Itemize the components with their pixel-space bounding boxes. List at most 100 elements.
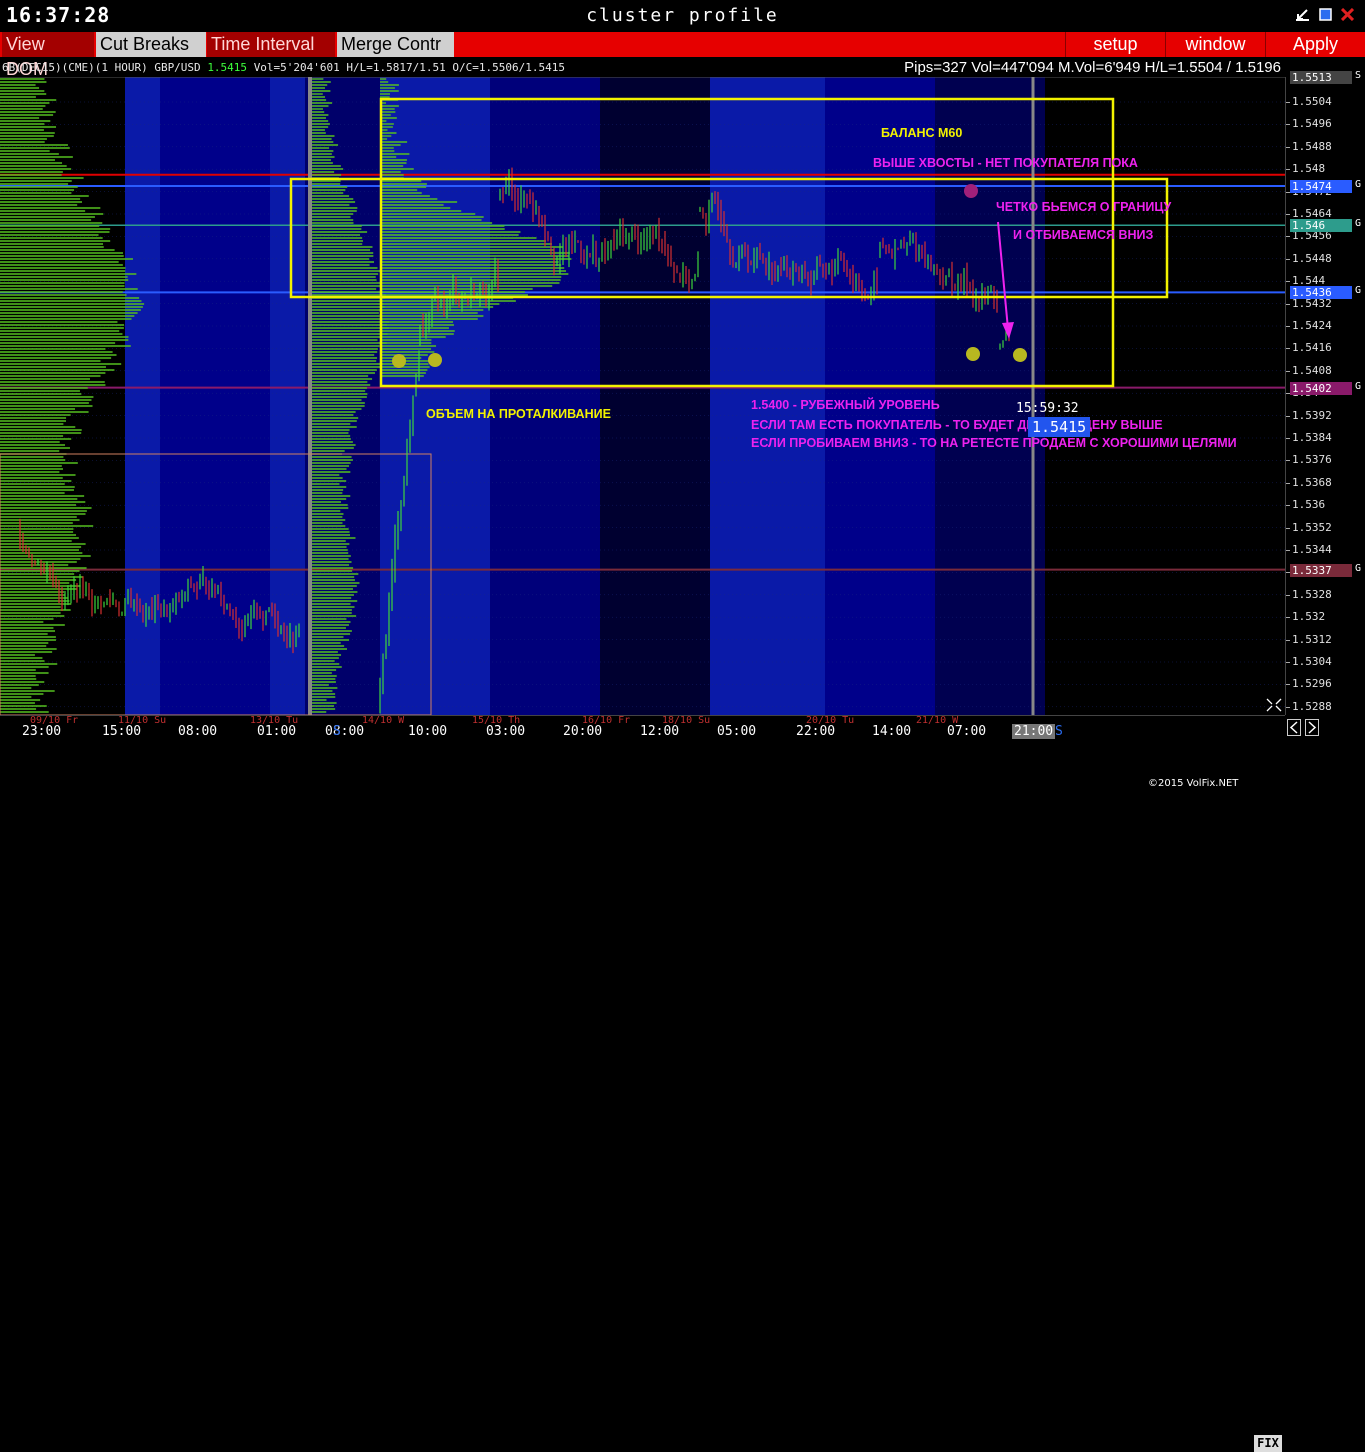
- y-tick-mark: [1286, 370, 1290, 372]
- marker-dot: [1013, 348, 1027, 362]
- symbol-label: 6B(DEC15)(CME)(1 HOUR) GBP/USD: [2, 61, 201, 74]
- price-level-label[interactable]: 1.5402: [1290, 381, 1352, 395]
- x-tick-label: 12:00: [640, 724, 680, 739]
- price-level-label[interactable]: 1.546: [1290, 219, 1352, 233]
- menu-bar: View DOM Cut Breaks Time Interval Merge …: [0, 32, 1365, 79]
- session-band: [825, 77, 935, 715]
- x-tick-label: 14:00: [872, 724, 912, 739]
- price-level-suffix: G: [1355, 380, 1362, 392]
- y-tick-mark: [1286, 706, 1290, 708]
- cut-breaks-button[interactable]: Cut Breaks: [96, 32, 206, 57]
- minimize-icon[interactable]: [1296, 8, 1309, 21]
- y-tick-mark: [1286, 662, 1290, 663]
- y-tick-mark: [1286, 415, 1290, 417]
- y-tick-label: 1.532: [1292, 610, 1326, 624]
- time-axis[interactable]: FIX 23:00 15:00 08:00 01:00 08:00 10:00 03:00 2…: [0, 715, 1319, 1452]
- y-tick-label: 1.536: [1292, 498, 1326, 512]
- y-tick-mark: [1286, 146, 1290, 148]
- marker-dot: [966, 347, 980, 361]
- x-tick-label: 03:00: [486, 724, 526, 739]
- scroll-left-icon[interactable]: [1287, 719, 1301, 736]
- x-date-label: 18/10 Su: [662, 715, 711, 726]
- chart-canvas: [0, 77, 1285, 715]
- apply-button[interactable]: Apply: [1265, 32, 1365, 57]
- y-tick-mark: [1286, 460, 1290, 462]
- instrument-info: 6B(DEC15)(CME)(1 HOUR) GBP/USD 1.5415 Vo…: [2, 61, 565, 74]
- marker-dot: [964, 184, 978, 198]
- cluster-chart[interactable]: БАЛАНС М60 ВЫШЕ ХВОСТЫ - НЕТ ПОКУПАТЕЛЯ …: [0, 77, 1285, 789]
- y-tick-label: 1.5296: [1292, 677, 1332, 691]
- y-tick-label: 1.5312: [1292, 632, 1332, 646]
- price-level-suffix: S: [1355, 69, 1362, 81]
- annotation-level-2: ЕСЛИ ТАМ ЕСТЬ ПОКУПАТЕЛЬ - ТО БУДЕТ ДЕРЖ…: [751, 418, 1163, 432]
- y-tick-label: 1.5496: [1292, 117, 1332, 131]
- y-tick-mark: [1286, 124, 1290, 126]
- y-tick-mark: [1286, 169, 1290, 171]
- x-date-label: 14/10 W: [362, 715, 405, 726]
- title-bar: 16:37:28 cluster profile: [0, 0, 1365, 33]
- y-tick-label: 1.5352: [1292, 520, 1332, 534]
- close-icon[interactable]: [1341, 8, 1354, 21]
- y-tick-label: 1.5392: [1292, 408, 1332, 422]
- fix-button[interactable]: FIX: [1254, 1435, 1282, 1452]
- price-level-label[interactable]: 1.5474: [1290, 180, 1352, 193]
- price-level-label[interactable]: 1.5513: [1290, 70, 1352, 84]
- x-tick-label: 10:00: [408, 724, 448, 739]
- y-tick-label: 1.544: [1292, 274, 1326, 288]
- y-tick-mark: [1286, 527, 1290, 529]
- y-tick-label: 1.5464: [1292, 207, 1332, 220]
- x-date-label: 11/10 Su: [118, 715, 167, 726]
- y-tick-mark: [1286, 214, 1290, 215]
- price-level-label[interactable]: 1.5436: [1290, 286, 1352, 300]
- y-tick-mark: [1286, 326, 1290, 327]
- x-date-label: 15/10 Th: [472, 715, 521, 726]
- setup-button[interactable]: setup: [1065, 32, 1165, 57]
- session-band: [710, 77, 825, 715]
- y-tick-label: 1.5448: [1292, 251, 1332, 265]
- annotation-fight-2: И ОТБИВАЕМСЯ ВНИЗ: [1013, 228, 1154, 242]
- y-tick-label: 1.5304: [1292, 655, 1332, 668]
- scroll-right-icon[interactable]: [1305, 719, 1319, 736]
- merge-contr-button[interactable]: Merge Contr: [337, 32, 454, 57]
- y-tick-mark: [1286, 303, 1290, 305]
- x-tick-label: 08:00: [325, 724, 365, 739]
- annotation-balance: БАЛАНС М60: [881, 126, 963, 140]
- last-price: 1.5415: [207, 61, 248, 74]
- current-time-label: 15:59:32: [1016, 401, 1079, 416]
- y-tick-label: 1.548: [1292, 162, 1326, 176]
- y-tick-label: 1.5408: [1292, 363, 1332, 377]
- time-interval-button[interactable]: Time Interval: [207, 32, 335, 57]
- x-tick-label: 05:00: [717, 724, 757, 739]
- y-tick-mark: [1286, 281, 1290, 283]
- marker-dot: [392, 354, 406, 368]
- y-tick-mark: [1286, 236, 1290, 238]
- profile-stats: Pips=327 Vol=447'094 M.Vol=6'949 H/L=1.5…: [904, 59, 1281, 76]
- y-tick-label: 1.5384: [1292, 431, 1332, 444]
- price-level-suffix: G: [1355, 285, 1362, 297]
- info-bar: 6B(DEC15)(CME)(1 HOUR) GBP/USD 1.5415 Vo…: [0, 59, 1285, 77]
- y-tick-mark: [1286, 617, 1290, 619]
- y-tick-label: 1.5424: [1292, 319, 1332, 332]
- session-band: [935, 77, 1045, 715]
- y-tick-mark: [1286, 550, 1290, 551]
- price-axis[interactable]: 1.55041.54961.54881.5481.54721.54641.545…: [1285, 70, 1365, 715]
- copyright: ©2015 VolFix.NET: [1148, 778, 1239, 789]
- view-dom-button[interactable]: View DOM: [2, 32, 94, 79]
- x-tick-label: 01:00: [257, 724, 297, 739]
- y-tick-label: 1.5288: [1292, 699, 1332, 713]
- y-tick-mark: [1286, 348, 1290, 350]
- x-date-label: 13/10 Tu: [250, 715, 299, 726]
- y-tick-mark: [1286, 594, 1290, 596]
- x-tick-label: 15:00: [102, 724, 142, 739]
- y-tick-label: 1.5368: [1292, 475, 1332, 489]
- price-level-label[interactable]: 1.5337: [1290, 563, 1352, 577]
- y-tick-mark: [1286, 639, 1290, 641]
- maximize-icon[interactable]: [1319, 8, 1332, 21]
- x-tick-label: 21:00: [1012, 724, 1056, 739]
- price-level-suffix: G: [1355, 562, 1362, 574]
- expand-icon[interactable]: [1266, 698, 1282, 712]
- window-button[interactable]: window: [1165, 32, 1265, 57]
- annotation-fight-1: ЧЕТКО БЬЕМСЯ О ГРАНИЦУ: [996, 200, 1172, 214]
- y-tick-mark: [1286, 505, 1290, 507]
- x-tick-label: 08:00: [178, 724, 218, 739]
